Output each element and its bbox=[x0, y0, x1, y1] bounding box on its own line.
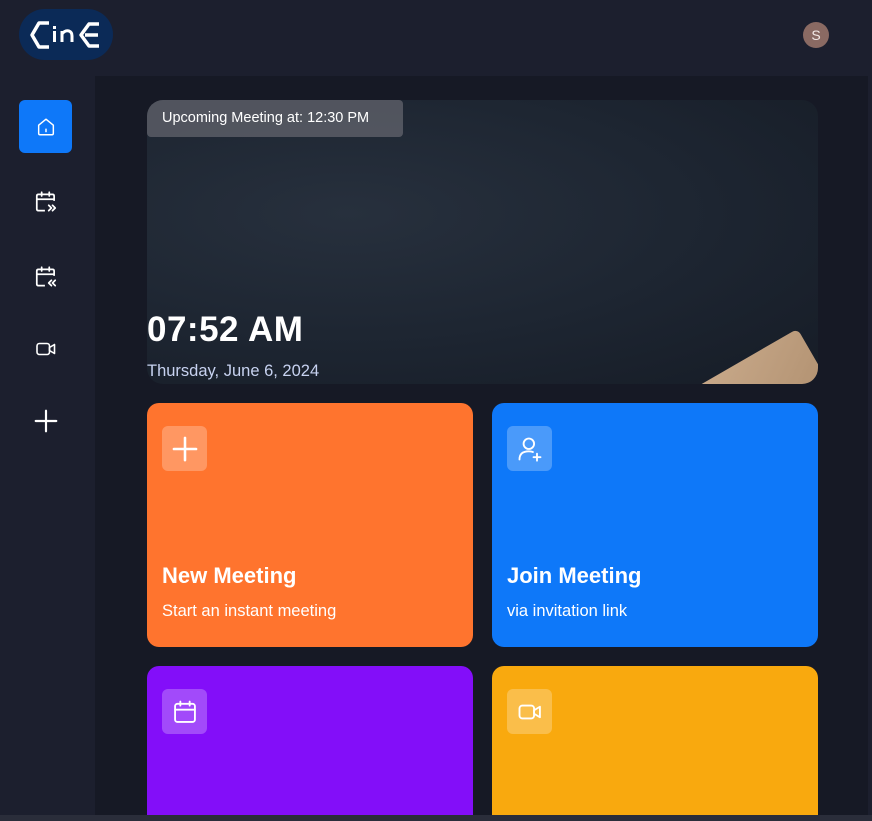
sidebar-item-previous[interactable] bbox=[19, 250, 72, 303]
new-meeting-card[interactable]: New Meeting Start an instant meeting bbox=[147, 403, 473, 647]
sidebar-item-home[interactable] bbox=[19, 100, 72, 153]
card-icon-box bbox=[507, 426, 552, 471]
card-title: New Meeting bbox=[162, 563, 297, 588]
video-icon bbox=[35, 342, 55, 355]
user-avatar[interactable]: S bbox=[803, 22, 829, 48]
user-add-icon bbox=[518, 437, 541, 462]
card-subtitle: Start an instant meeting bbox=[162, 602, 337, 620]
sidebar bbox=[0, 76, 95, 821]
card-title: Join Meeting bbox=[507, 563, 642, 588]
bottom-edge bbox=[0, 815, 872, 821]
current-date: Thursday, June 6, 2024 bbox=[147, 362, 320, 380]
calendar-upcoming-icon bbox=[35, 190, 56, 212]
card-icon-box bbox=[162, 689, 207, 734]
sidebar-item-personal-room[interactable] bbox=[19, 394, 72, 447]
app-root: S Upcoming Meeting at: 12:30 PM 07:52 AM… bbox=[0, 0, 872, 821]
logo-mark-icon bbox=[30, 20, 99, 49]
home-icon bbox=[37, 117, 54, 136]
sidebar-item-recordings[interactable] bbox=[19, 322, 72, 375]
video-icon bbox=[518, 704, 541, 719]
hero-decoration bbox=[693, 328, 818, 384]
calendar-previous-icon bbox=[35, 265, 56, 287]
calendar-icon bbox=[173, 700, 196, 723]
card-subtitle: via invitation link bbox=[507, 602, 628, 620]
plus-icon bbox=[34, 409, 57, 432]
view-recordings-card[interactable] bbox=[492, 666, 818, 821]
right-edge bbox=[868, 76, 872, 821]
sidebar-item-upcoming[interactable] bbox=[19, 175, 72, 228]
hero-banner: Upcoming Meeting at: 12:30 PM 07:52 AM T… bbox=[147, 100, 818, 384]
card-icon-box bbox=[507, 689, 552, 734]
app-logo[interactable] bbox=[19, 9, 113, 60]
card-icon-box bbox=[162, 426, 207, 471]
plus-icon bbox=[172, 436, 197, 461]
join-meeting-card[interactable]: Join Meeting via invitation link bbox=[492, 403, 818, 647]
schedule-meeting-card[interactable] bbox=[147, 666, 473, 821]
current-time: 07:52 AM bbox=[147, 310, 304, 349]
top-navbar: S bbox=[0, 0, 872, 76]
upcoming-meeting-badge: Upcoming Meeting at: 12:30 PM bbox=[147, 100, 403, 137]
